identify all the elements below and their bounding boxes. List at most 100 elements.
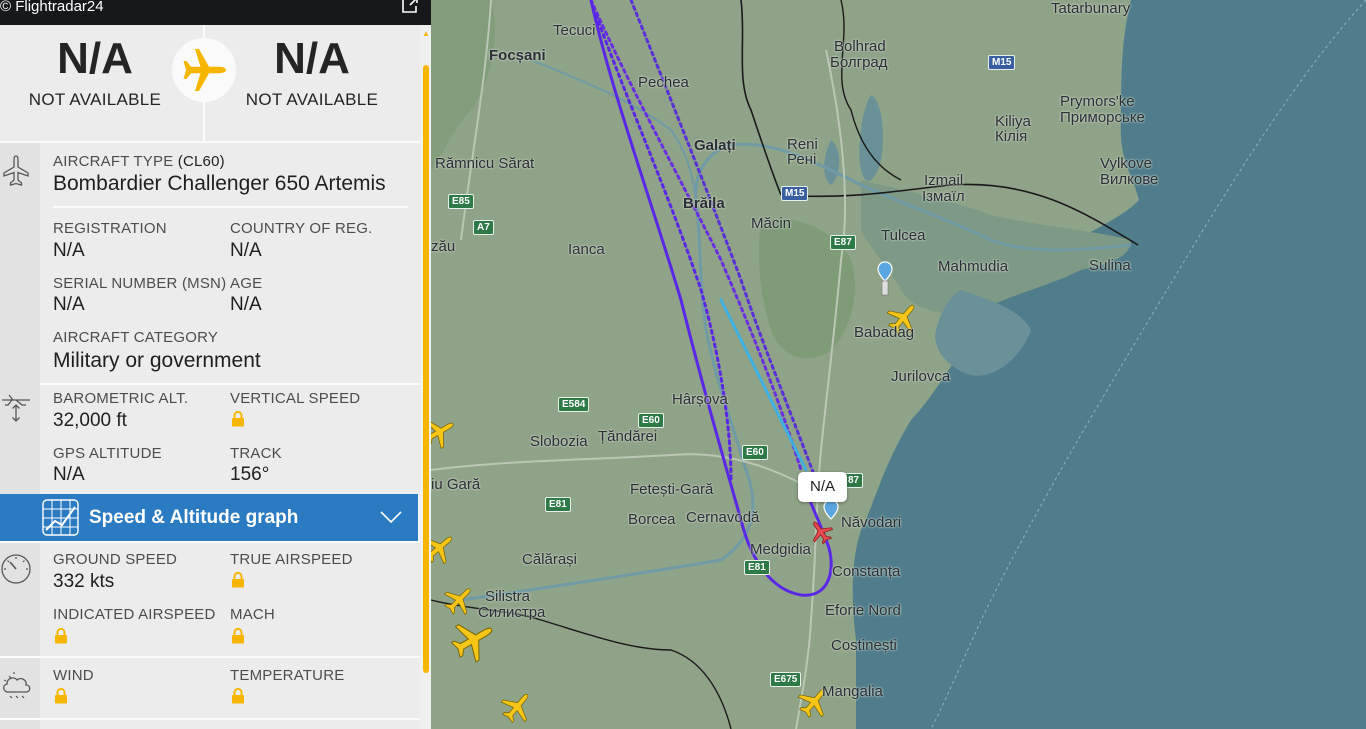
road-shield: E81 — [545, 497, 571, 512]
weather-cloud-icon — [3, 672, 31, 699]
aircraft-callout-label[interactable]: N/A — [798, 472, 847, 502]
map-label: Izmail — [924, 172, 964, 189]
map-label: Prymors'ke — [1060, 93, 1135, 110]
map-label: Болград — [830, 54, 888, 71]
map-label: Вилкове — [1100, 171, 1159, 188]
destination-name: NOT AVAILABLE — [245, 90, 379, 109]
map-label: Приморське — [1060, 109, 1145, 126]
map-label: Tatarbunary — [1051, 0, 1131, 17]
aircraft-type-code: (CL60) — [177, 153, 225, 170]
registration-value: N/A — [53, 240, 85, 261]
map-label: Mangalia — [822, 683, 883, 700]
speedometer-icon — [1, 554, 31, 584]
map-label: Fetești-Gară — [630, 481, 714, 498]
route-header: N/A NOT AVAILABLE N/A NOT AVAILABLE — [0, 25, 420, 141]
aircraft-section: AIRCRAFT TYPE (CL60) Bombardier Challeng… — [0, 141, 420, 494]
age-value: N/A — [230, 294, 262, 315]
map-label: Pechea — [638, 74, 689, 91]
lock-icon[interactable] — [231, 411, 245, 427]
ground-speed-label: GROUND SPEED — [53, 551, 178, 568]
map-label: Ізмаїл — [922, 188, 965, 205]
origin-code[interactable]: N/A — [0, 34, 190, 84]
road-shield: M15 — [988, 55, 1016, 70]
map-label: Кілія — [995, 128, 1028, 145]
lock-icon[interactable] — [54, 688, 68, 704]
aircraft-type-name: Bombardier Challenger 650 Artemis — [53, 172, 386, 195]
map-label: Măcin — [751, 215, 792, 232]
map-label: Tecuci — [553, 22, 596, 39]
panel-scrollbar[interactable]: ▲ — [420, 25, 431, 729]
scroll-up-arrow-icon[interactable]: ▲ — [422, 29, 430, 38]
map-label: Jurilovca — [891, 368, 951, 385]
speed-section: GROUND SPEED 332 kts TRUE AIRSPEED INDIC… — [0, 541, 420, 656]
lock-icon[interactable] — [231, 572, 245, 588]
road-shield: E675 — [770, 672, 802, 687]
speed-altitude-graph-toggle[interactable]: Speed & Altitude graph — [0, 494, 418, 541]
mach-label: MACH — [230, 606, 275, 623]
road-shield: E85 — [448, 194, 474, 209]
road-shield: M15 — [781, 186, 809, 201]
popout-icon[interactable] — [400, 0, 420, 14]
map-label: Galați — [694, 137, 736, 154]
baro-alt-label: BAROMETRIC ALT. — [53, 390, 189, 407]
map-canvas[interactable] — [431, 0, 1366, 729]
razim-lake — [935, 290, 1031, 376]
map-label: Slobozia — [530, 433, 588, 450]
age-label: AGE — [230, 275, 263, 292]
lock-icon[interactable] — [54, 628, 68, 644]
road-shield: E81 — [744, 560, 770, 575]
next-rail — [0, 720, 40, 729]
track-value: 156° — [230, 464, 270, 485]
ground-speed-value: 332 kts — [53, 571, 115, 592]
map-label: Costinești — [831, 637, 897, 654]
next-section-stub — [0, 718, 420, 729]
map-label: Babadag — [854, 324, 915, 341]
wind-label: WIND — [53, 667, 94, 684]
map-label: Brăila — [683, 195, 725, 212]
map-label: Constanța — [832, 563, 901, 580]
graph-icon — [42, 499, 79, 536]
indicated-airspeed-label: INDICATED AIRSPEED — [53, 606, 216, 623]
airplane-icon — [183, 49, 226, 91]
altitude-icon — [2, 394, 30, 422]
map-label: Bolhrad — [834, 38, 886, 55]
map-label: Focșani — [489, 47, 546, 64]
lock-icon[interactable] — [231, 628, 245, 644]
map-label: Cernavodă — [686, 509, 760, 526]
map-label: Рені — [787, 151, 817, 168]
registration-label: REGISTRATION — [53, 220, 167, 237]
aircraft-type-label: AIRCRAFT TYPE (CL60) — [53, 153, 225, 170]
flight-map[interactable]: Tatarbunary Bolhrad Болград Focșani Tecu… — [431, 0, 1366, 729]
altitude-divider — [40, 383, 420, 385]
destination-code[interactable]: N/A — [217, 34, 407, 84]
map-label: Rămnicu Sărat — [435, 155, 535, 172]
aircraft-rail — [0, 143, 40, 494]
aircraft-icon — [3, 155, 29, 186]
map-label: Vylkove — [1100, 155, 1152, 172]
window-title: © Flightradar24 — [0, 0, 104, 15]
road-shield: E60 — [638, 413, 664, 428]
msn-value: N/A — [53, 294, 85, 315]
map-label: Силистра — [478, 604, 546, 621]
map-label: Călărași — [522, 551, 578, 568]
graph-label: Speed & Altitude graph — [89, 507, 299, 528]
lock-icon[interactable] — [231, 688, 245, 704]
category-value: Military or government — [53, 349, 261, 372]
map-label: Eforie Nord — [825, 602, 901, 619]
chevron-down-icon[interactable] — [380, 511, 402, 524]
map-label: Țăndărei — [598, 428, 658, 445]
gps-alt-value: N/A — [53, 464, 85, 485]
road-shield: E60 — [742, 445, 768, 460]
road-shield: E584 — [558, 397, 590, 412]
msn-label: SERIAL NUMBER (MSN) — [53, 275, 227, 292]
weather-section: WIND TEMPERATURE — [0, 656, 420, 718]
road-shield: A7 — [473, 220, 494, 235]
country-label: COUNTRY OF REG. — [230, 220, 373, 237]
map-label: iu Gară — [431, 476, 481, 493]
origin-name: NOT AVAILABLE — [28, 90, 162, 109]
map-label: Hârșova — [672, 391, 728, 408]
map-label: zău — [431, 238, 456, 255]
scrollbar-thumb[interactable] — [423, 65, 429, 673]
map-label: Mahmudia — [938, 258, 1009, 275]
aircraft-type-label-text: AIRCRAFT TYPE — [53, 153, 174, 170]
